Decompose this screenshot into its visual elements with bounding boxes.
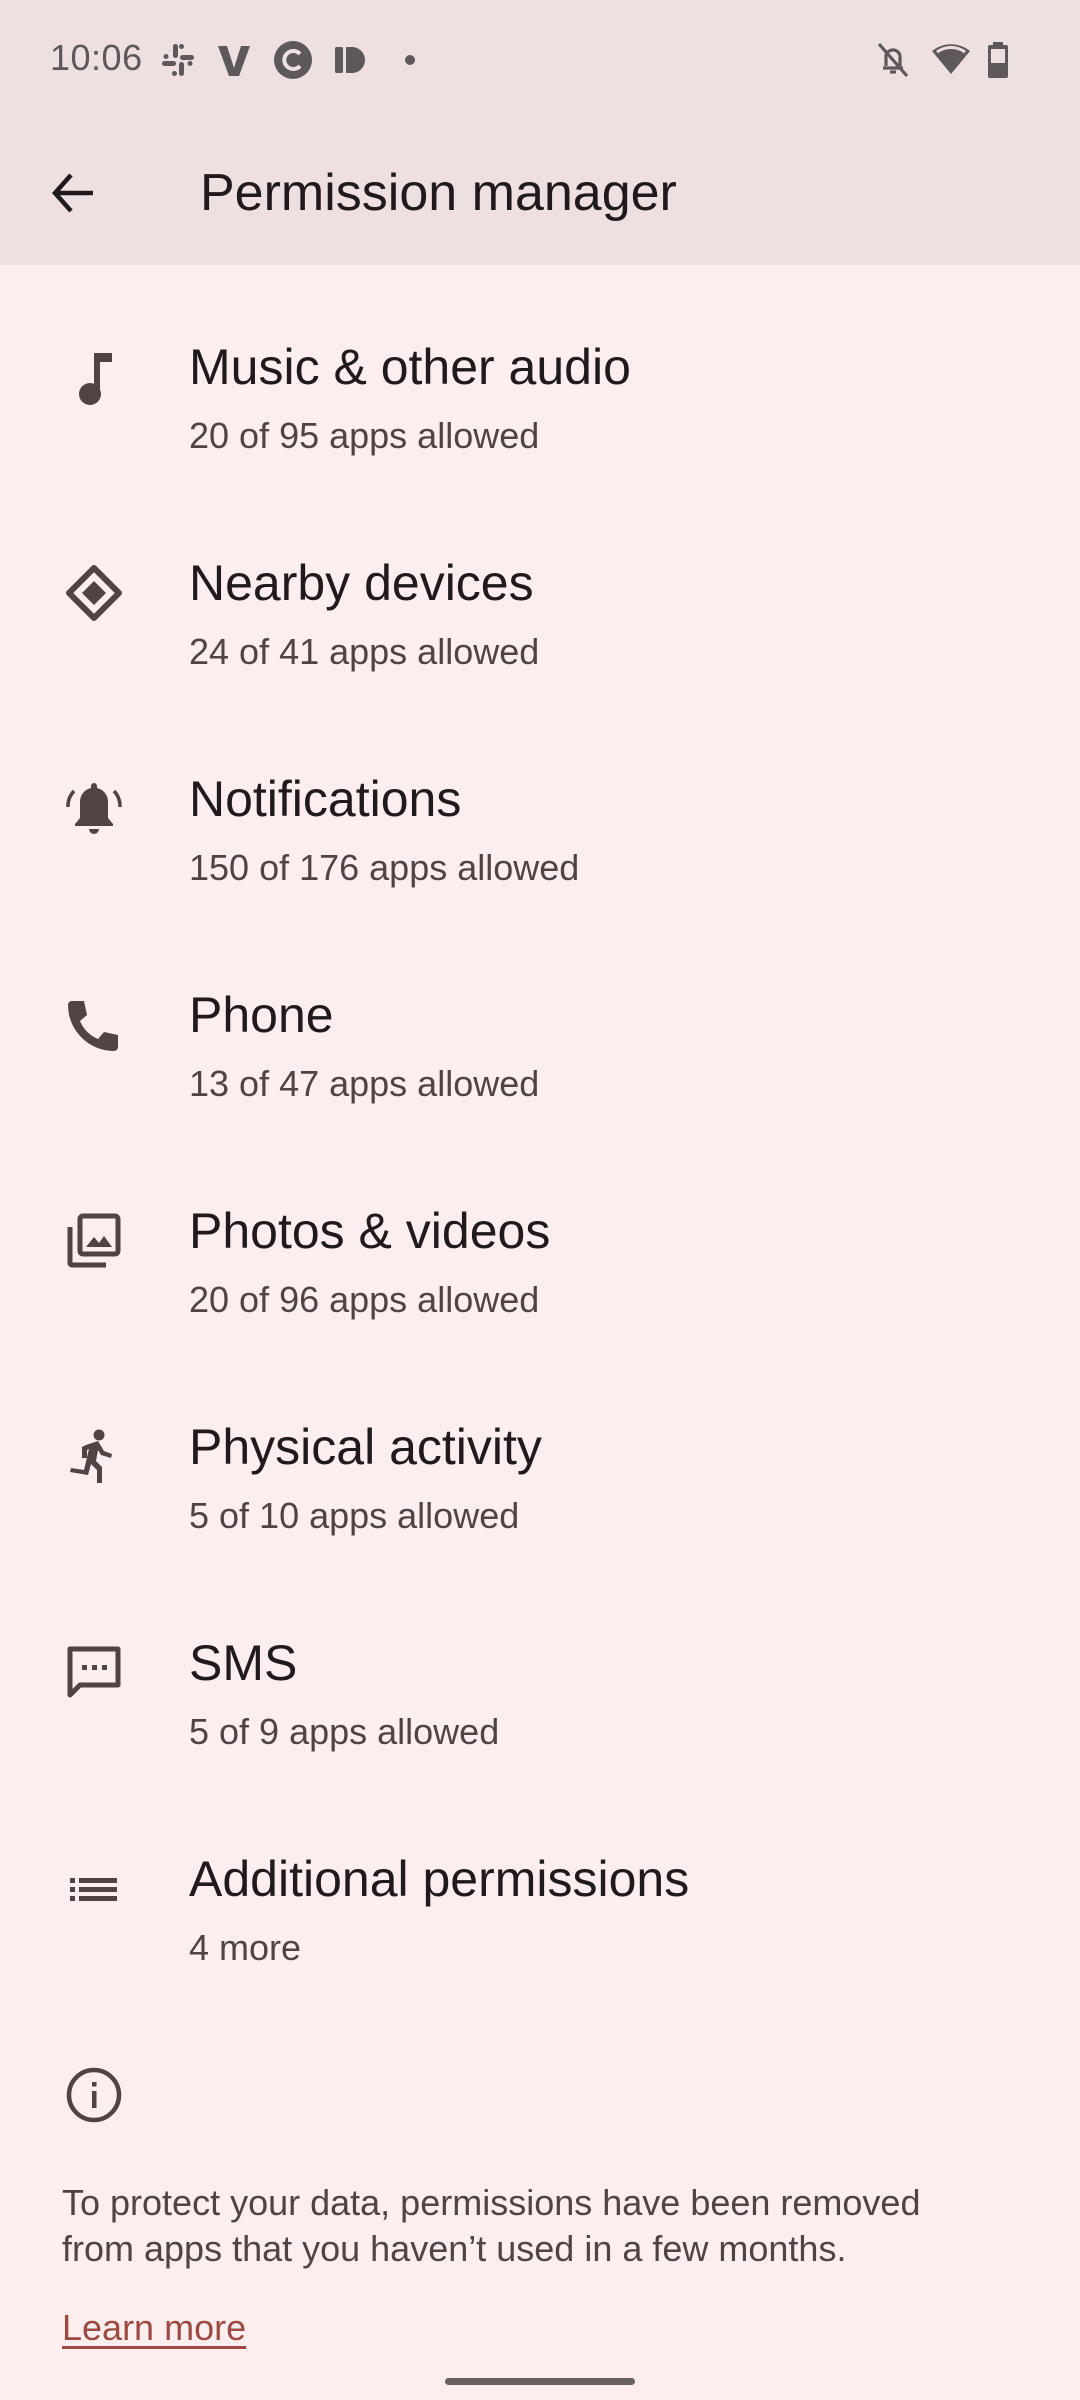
page-title: Permission manager — [200, 164, 677, 222]
wifi-icon — [930, 40, 972, 80]
pocket-casts-icon — [328, 40, 368, 80]
permission-title: Phone — [189, 987, 334, 1043]
permission-subtitle: 13 of 47 apps allowed — [189, 1063, 540, 1104]
more-dot-icon — [390, 40, 430, 80]
permission-title: Photos & videos — [189, 1203, 551, 1259]
directions-run-icon — [58, 1421, 130, 1493]
permission-item-photos-videos[interactable]: Photos & videos 20 of 96 apps allowed — [0, 1129, 1080, 1345]
c-app-icon — [273, 40, 313, 80]
permission-title: Nearby devices — [189, 555, 534, 611]
nearby-devices-icon — [58, 557, 130, 629]
permission-item-physical-activity[interactable]: Physical activity 5 of 10 apps allowed — [0, 1345, 1080, 1561]
permission-title: SMS — [189, 1635, 298, 1691]
permission-title: Music & other audio — [189, 339, 631, 395]
status-bar: 10:06 — [0, 0, 1080, 120]
permission-item-additional[interactable]: Additional permissions 4 more — [0, 1777, 1080, 1993]
arrow-back-icon — [51, 173, 93, 213]
permission-subtitle: 24 of 41 apps allowed — [189, 631, 540, 672]
permission-item-phone[interactable]: Phone 13 of 47 apps allowed — [0, 913, 1080, 1129]
music-note-icon — [58, 341, 130, 413]
permission-item-sms[interactable]: SMS 5 of 9 apps allowed — [0, 1561, 1080, 1777]
list-icon — [58, 1853, 130, 1925]
permission-subtitle: 20 of 95 apps allowed — [189, 415, 540, 456]
venmo-icon — [214, 40, 254, 80]
permission-list: Music & other audio 20 of 95 apps allowe… — [0, 265, 1080, 1993]
permission-item-music-audio[interactable]: Music & other audio 20 of 95 apps allowe… — [0, 265, 1080, 481]
sms-icon — [58, 1637, 130, 1709]
info-icon — [62, 2063, 126, 2127]
permission-subtitle: 4 more — [189, 1927, 302, 1968]
battery-icon — [986, 40, 1010, 80]
top-app-bar-region: 10:06 Permission manager — [0, 0, 1080, 265]
permission-item-notifications[interactable]: Notifications 150 of 176 apps allowed — [0, 697, 1080, 913]
permission-subtitle: 150 of 176 apps allowed — [189, 847, 580, 888]
notifications-off-icon — [873, 40, 913, 80]
status-time: 10:06 — [50, 37, 143, 78]
learn-more-link[interactable]: Learn more — [62, 2306, 246, 2350]
permission-item-nearby-devices[interactable]: Nearby devices 24 of 41 apps allowed — [0, 481, 1080, 697]
permission-subtitle: 5 of 9 apps allowed — [189, 1711, 500, 1752]
permission-subtitle: 5 of 10 apps allowed — [189, 1495, 520, 1536]
slack-icon — [158, 40, 198, 80]
permission-title: Notifications — [189, 771, 462, 827]
permission-subtitle: 20 of 96 apps allowed — [189, 1279, 540, 1320]
permission-title: Physical activity — [189, 1419, 542, 1475]
back-button[interactable] — [40, 160, 106, 226]
gesture-nav-handle[interactable] — [445, 2378, 635, 2385]
notifications-bell-icon — [58, 773, 130, 845]
phone-icon — [58, 989, 130, 1061]
permission-title: Additional permissions — [189, 1851, 690, 1907]
auto-revoke-message: To protect your data, permissions have b… — [62, 2182, 921, 2269]
photo-library-icon — [58, 1205, 130, 1277]
